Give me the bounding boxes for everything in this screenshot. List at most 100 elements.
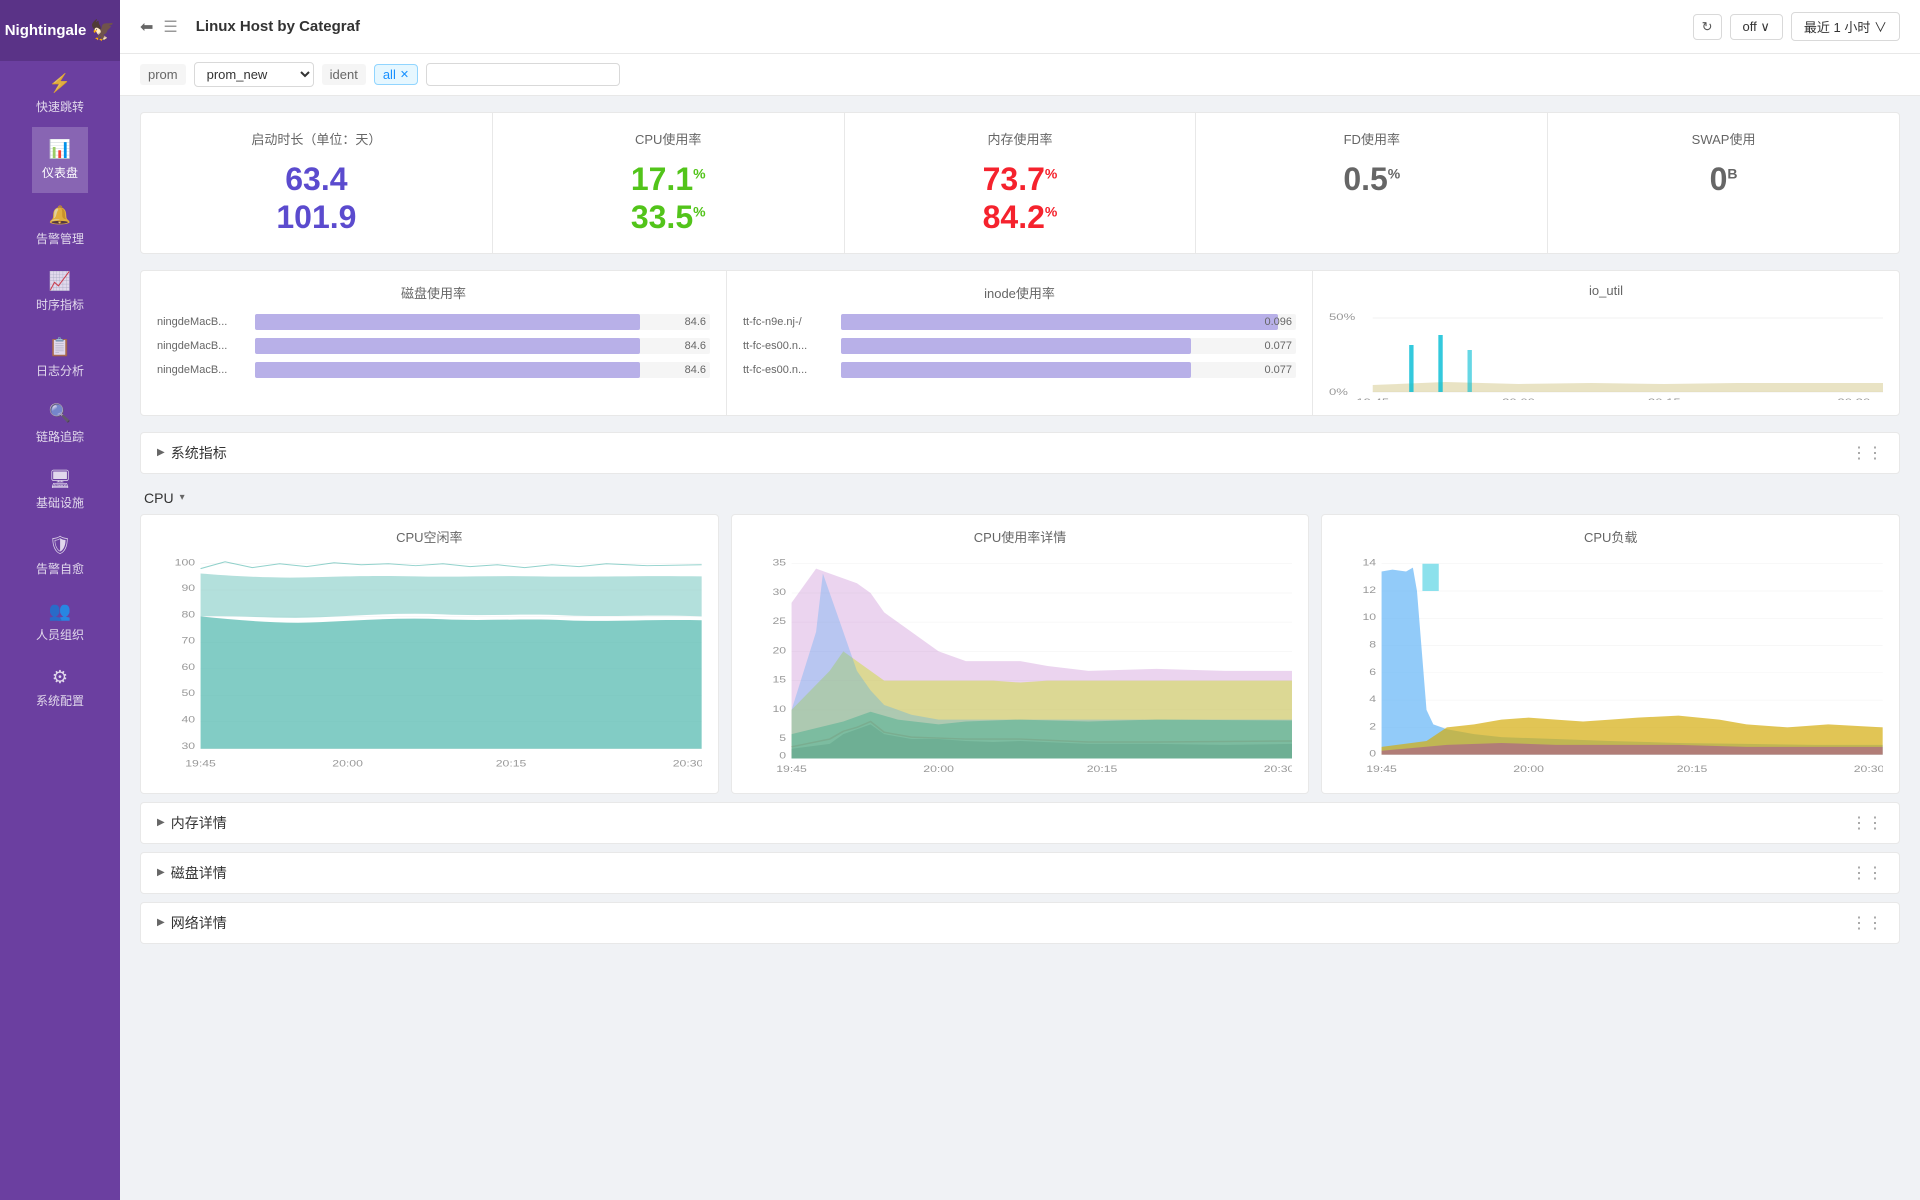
disk-bar-value-2: 84.6 <box>685 364 706 376</box>
inode-bar-container-0: 0.096 <box>841 314 1296 330</box>
time-label: 最近 1 小时 <box>1804 20 1870 35</box>
stats-row: 启动时长（单位：天）63.4101.9CPU使用率17.1%33.5%内存使用率… <box>140 112 1900 254</box>
sidebar-icon-log-analysis: 📋 <box>49 337 71 358</box>
sidebar-item-log-analysis[interactable]: 📋日志分析 <box>32 325 88 391</box>
bottom-section-label-1: 磁盘详情 <box>171 863 227 883</box>
sidebar-item-infra[interactable]: 🖥基础设施 <box>32 457 88 523</box>
bottom-section-dots-1[interactable]: ⋮⋮ <box>1851 863 1883 883</box>
filter-tag-value: all <box>383 67 396 82</box>
svg-text:2: 2 <box>1370 722 1377 732</box>
sidebar-item-time-series[interactable]: 📈时序指标 <box>32 259 88 325</box>
svg-text:80: 80 <box>182 610 196 620</box>
off-button[interactable]: off ∨ <box>1730 14 1783 40</box>
sidebar-item-system-cfg[interactable]: ⚙系统配置 <box>32 655 88 721</box>
svg-text:90: 90 <box>182 583 196 593</box>
disk-bar-fill-2 <box>255 362 640 378</box>
sidebar-item-alert-self[interactable]: 🛡告警自愈 <box>32 523 88 589</box>
bottom-section-0: ▶ 内存详情 ⋮⋮ <box>140 802 1900 844</box>
bottom-section-header-2[interactable]: ▶ 网络详情 ⋮⋮ <box>141 903 1899 943</box>
svg-text:12: 12 <box>1363 585 1377 595</box>
sidebar-icon-quick-jump: ⚡ <box>49 73 71 94</box>
sidebar-label-alert-mgmt: 告警管理 <box>36 230 84 247</box>
filter-tag-all: all ✕ <box>374 64 418 85</box>
bottom-section-2: ▶ 网络详情 ⋮⋮ <box>140 902 1900 944</box>
cpu-arrow-icon: ▾ <box>180 492 185 503</box>
disk-panel-title: 磁盘使用率 <box>157 283 710 302</box>
filter-label-ident: ident <box>322 64 366 85</box>
svg-text:8: 8 <box>1370 640 1377 650</box>
sidebar-item-quick-jump[interactable]: ⚡ 快速跳转 <box>32 61 88 127</box>
system-dots-icon[interactable]: ⋮⋮ <box>1851 443 1883 463</box>
sidebar-item-trace[interactable]: 🔍链路追踪 <box>32 391 88 457</box>
sidebar-item-alert-mgmt[interactable]: 🔔告警管理 <box>32 193 88 259</box>
filter-select-prom[interactable]: prom_new <box>194 62 314 87</box>
disk-bar-value-1: 84.6 <box>685 340 706 352</box>
svg-text:20:30: 20:30 <box>673 759 702 769</box>
bottom-section-dots-2[interactable]: ⋮⋮ <box>1851 913 1883 933</box>
inode-bar-container-2: 0.077 <box>841 362 1296 378</box>
svg-text:70: 70 <box>182 636 196 646</box>
sidebar-icon-system-cfg: ⚙ <box>52 667 68 688</box>
app-logo[interactable]: Nightingale 🦅 <box>0 0 120 61</box>
app-logo-icon: 🦅 <box>90 18 115 43</box>
sidebar-item-org[interactable]: 👥人员组织 <box>32 589 88 655</box>
svg-text:20: 20 <box>772 646 786 656</box>
topbar-right: ↻ off ∨ 最近 1 小时 ∨ <box>1693 12 1900 41</box>
io-chart: 50% 0% 19:45 20:00 20: <box>1329 310 1883 403</box>
stat-card-1: CPU使用率17.1%33.5% <box>493 113 845 253</box>
main-content: ⬅ ☰ Linux Host by Categraf ↻ off ∨ 最近 1 … <box>120 0 1920 1200</box>
sidebar-icon-dashboard: 📊 <box>49 139 71 160</box>
svg-text:20:00: 20:00 <box>1514 765 1545 775</box>
svg-text:30: 30 <box>182 741 196 751</box>
svg-text:35: 35 <box>772 558 786 568</box>
time-range-button[interactable]: 最近 1 小时 ∨ <box>1791 12 1900 41</box>
sidebar-icon-alert-self: 🛡 <box>49 535 72 556</box>
refresh-icon: ↻ <box>1702 19 1713 35</box>
svg-text:19:45: 19:45 <box>1356 398 1389 400</box>
stat-unit1-1: % <box>693 165 705 181</box>
sidebar-item-dashboard[interactable]: 📊仪表盘 <box>32 127 88 193</box>
inode-bar-value-1: 0.077 <box>1264 340 1292 352</box>
svg-text:20:30: 20:30 <box>1263 765 1292 775</box>
stat-value1-4: 0B <box>1710 160 1738 198</box>
sidebar-label-trace: 链路追踪 <box>36 428 84 445</box>
back-icon[interactable]: ⬅ <box>140 17 153 37</box>
svg-text:10: 10 <box>1363 613 1377 623</box>
inode-bar-label-0: tt-fc-n9e.nj-/ <box>743 316 833 328</box>
cpu-idle-title: CPU空闲率 <box>157 527 702 546</box>
content-area: 启动时长（单位：天）63.4101.9CPU使用率17.1%33.5%内存使用率… <box>120 96 1920 1200</box>
refresh-button[interactable]: ↻ <box>1693 14 1722 40</box>
cpu-section-title: CPU ▾ <box>144 490 185 506</box>
svg-text:15: 15 <box>772 675 786 685</box>
disk-bar-container-2: 84.6 <box>255 362 710 378</box>
collapse-icon[interactable]: ☰ <box>163 17 177 37</box>
stat-value2-1: 33.5% <box>631 198 706 236</box>
stat-value2-2: 84.2% <box>983 198 1058 236</box>
bottom-section-title-0: ▶ 内存详情 <box>157 813 227 833</box>
stat-card-3: FD使用率0.5% <box>1196 113 1548 253</box>
bottom-section-arrow-icon-2: ▶ <box>157 917 165 928</box>
filter-search-input[interactable] <box>426 63 620 86</box>
bottom-section-header-0[interactable]: ▶ 内存详情 ⋮⋮ <box>141 803 1899 843</box>
bottom-section-dots-0[interactable]: ⋮⋮ <box>1851 813 1883 833</box>
svg-text:20:30: 20:30 <box>1854 765 1883 775</box>
bottom-section-title-2: ▶ 网络详情 <box>157 913 227 933</box>
bottom-section-title-1: ▶ 磁盘详情 <box>157 863 227 883</box>
bottom-section-label-0: 内存详情 <box>171 813 227 833</box>
sidebar-label-quick-jump: 快速跳转 <box>36 98 84 115</box>
cpu-section-header[interactable]: CPU ▾ <box>140 482 1900 514</box>
disk-bar-label-0: ningdeMacB... <box>157 316 247 328</box>
cpu-charts-row: CPU空闲率 100 90 80 70 60 50 40 30 <box>140 514 1900 794</box>
sidebar-icon-time-series: 📈 <box>49 271 71 292</box>
stat-unit2-1: % <box>693 204 705 220</box>
cpu-label: CPU <box>144 490 174 506</box>
filter-tag-close-icon[interactable]: ✕ <box>400 68 409 81</box>
inode-bar-value-0: 0.096 <box>1264 316 1292 328</box>
stat-title-3: FD使用率 <box>1344 129 1400 148</box>
svg-text:60: 60 <box>182 662 196 672</box>
bottom-section-header-1[interactable]: ▶ 磁盘详情 ⋮⋮ <box>141 853 1899 893</box>
disk-panel: 磁盘使用率 ningdeMacB... 84.6 ningdeMacB... 8… <box>141 271 727 415</box>
system-section-header[interactable]: ▶ 系统指标 ⋮⋮ <box>141 433 1899 473</box>
svg-text:19:45: 19:45 <box>185 759 216 769</box>
inode-panel: inode使用率 tt-fc-n9e.nj-/ 0.096 tt-fc-es00… <box>727 271 1313 415</box>
